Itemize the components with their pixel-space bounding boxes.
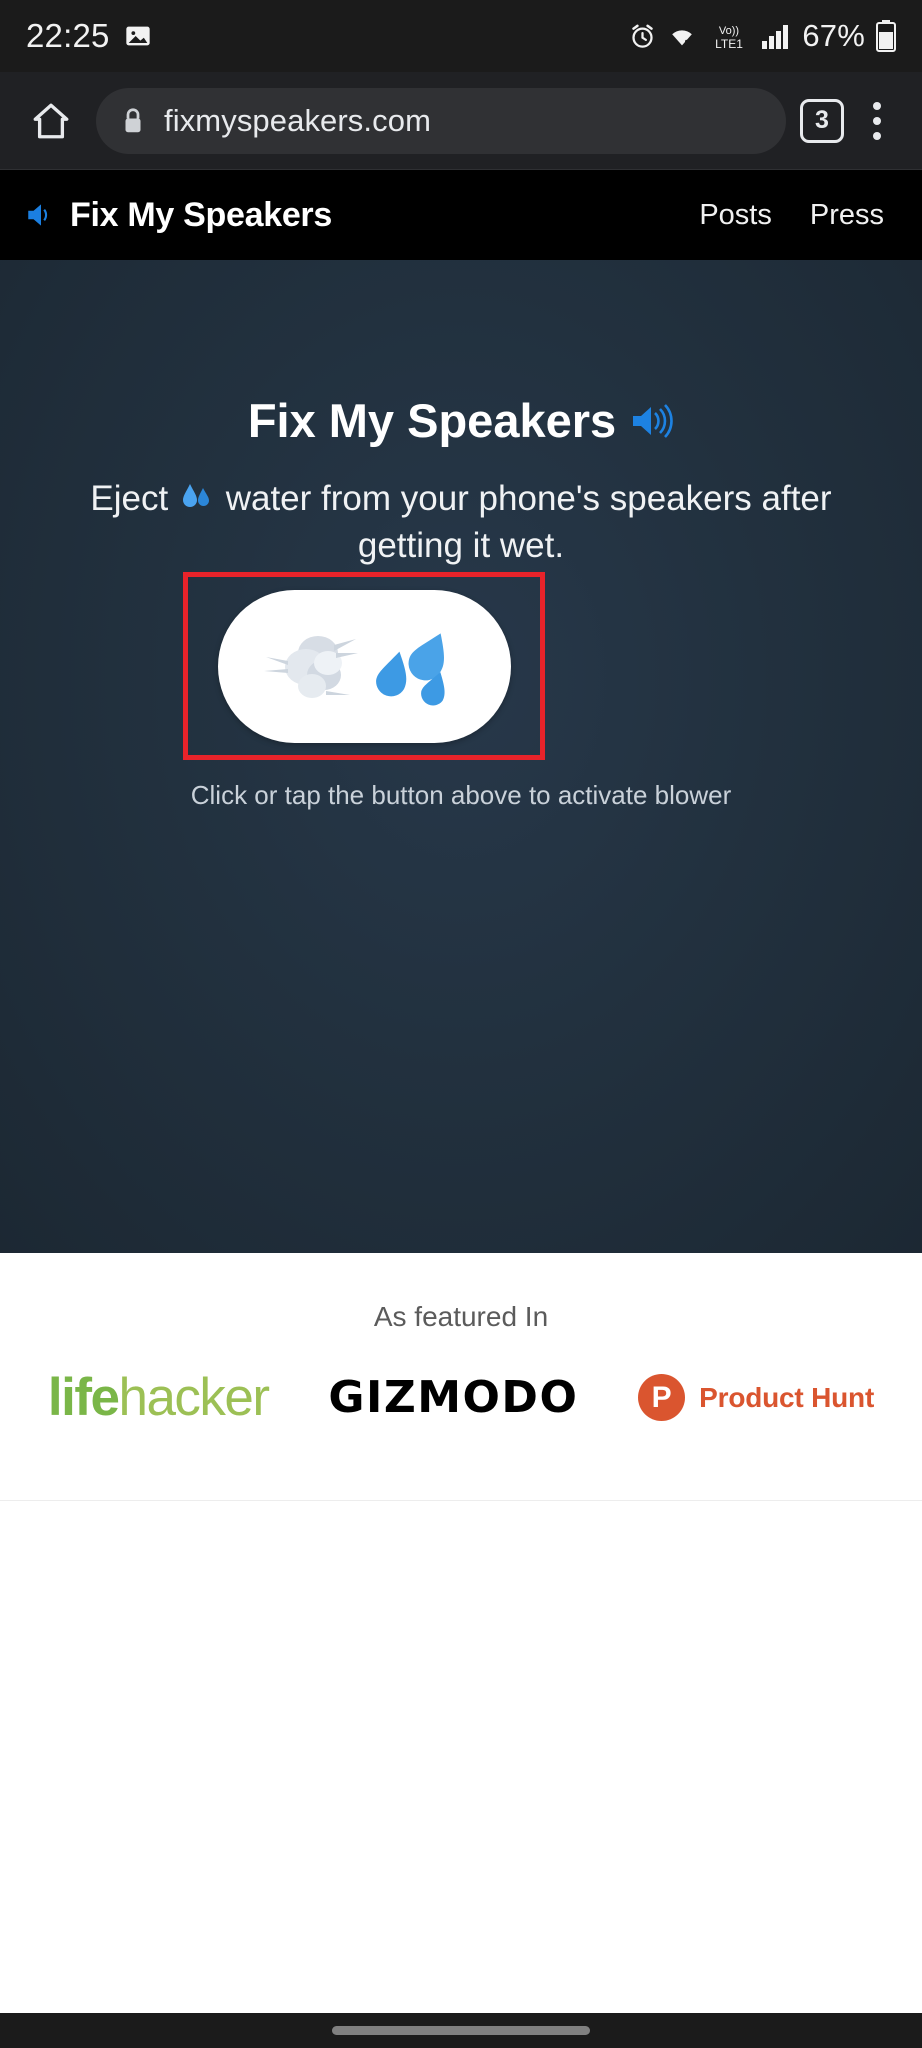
clock: 22:25 xyxy=(26,17,110,54)
site-nav: Posts Press xyxy=(699,199,898,232)
image-icon xyxy=(124,22,152,50)
page-title-text: Fix My Speakers xyxy=(247,394,617,447)
loud-speaker-emoji xyxy=(630,401,674,441)
product-hunt-badge: P xyxy=(638,1374,686,1421)
brand-link[interactable]: Fix My Speakers xyxy=(24,196,332,235)
brand-title: Fix My Speakers xyxy=(70,195,332,234)
hero-section: Fix My Speakers Eject water from your ph… xyxy=(0,260,922,1253)
blower-button[interactable] xyxy=(217,589,511,743)
status-bar-right: Vo)) LTE1 67% xyxy=(629,18,896,54)
alarm-icon xyxy=(629,23,656,50)
svg-text:Vo)): Vo)) xyxy=(719,25,739,37)
home-button[interactable] xyxy=(22,92,80,150)
url-text: fixmyspeakers.com xyxy=(164,102,431,138)
dashing-away-emoji xyxy=(262,623,358,709)
lifehacker-logo[interactable]: lifehacker xyxy=(47,1367,270,1428)
hero-subtitle-part2: water from your phone's speakers after g… xyxy=(225,479,832,565)
nav-item-press[interactable]: Press xyxy=(810,199,884,232)
blower-caption: Click or tap the button above to activat… xyxy=(190,780,732,810)
featured-section: As featured In lifehacker GIZMODO P Prod… xyxy=(0,1253,922,1501)
product-hunt-logo[interactable]: P Product Hunt xyxy=(638,1374,874,1421)
blower-button-highlight xyxy=(183,572,545,760)
phone-screen: 22:25 Vo)) LTE1 67% fixmyspeakers.com 3 … xyxy=(0,0,922,2048)
page-title: Fix My Speakers xyxy=(0,393,922,448)
signal-icon xyxy=(761,23,791,50)
product-hunt-label: Product Hunt xyxy=(699,1381,875,1413)
sweat-droplets-emoji xyxy=(374,623,466,709)
address-bar[interactable]: fixmyspeakers.com xyxy=(96,87,786,154)
svg-text:LTE1: LTE1 xyxy=(715,37,743,51)
menu-dot xyxy=(873,116,881,125)
battery-icon xyxy=(876,20,896,52)
status-bar-left: 22:25 xyxy=(26,17,152,55)
menu-dot xyxy=(873,101,881,110)
wifi-icon xyxy=(667,23,697,50)
featured-title: As featured In xyxy=(373,1301,549,1332)
site-header: Fix My Speakers Posts Press xyxy=(0,170,922,260)
hero-subtitle-part1: Eject xyxy=(90,479,169,518)
volte-icon: Vo)) LTE1 xyxy=(708,21,750,51)
browser-toolbar: fixmyspeakers.com 3 xyxy=(0,72,922,170)
gesture-nav-bar xyxy=(0,2013,922,2048)
gizmodo-logo[interactable]: GIZMODO xyxy=(328,1372,578,1423)
lifehacker-logo-bold: life xyxy=(47,1368,120,1427)
lifehacker-logo-light: hacker xyxy=(118,1368,270,1427)
tab-count-label: 3 xyxy=(815,106,829,134)
speaker-icon xyxy=(24,198,58,232)
lock-icon xyxy=(120,106,146,136)
overflow-menu-icon[interactable] xyxy=(854,95,900,147)
hero-subtitle: Eject water from your phone's speakers a… xyxy=(66,476,856,569)
featured-logos: lifehacker GIZMODO P Product Hunt xyxy=(0,1367,922,1428)
home-icon xyxy=(30,100,72,142)
tab-switcher-button[interactable]: 3 xyxy=(800,98,844,143)
gesture-handle[interactable] xyxy=(332,2026,590,2035)
nav-item-posts[interactable]: Posts xyxy=(699,199,772,232)
page-body-blank xyxy=(0,1501,922,2013)
water-droplets-emoji xyxy=(178,480,216,514)
menu-dot xyxy=(873,131,881,140)
android-status-bar: 22:25 Vo)) LTE1 67% xyxy=(0,0,922,72)
battery-percent: 67% xyxy=(802,18,865,53)
